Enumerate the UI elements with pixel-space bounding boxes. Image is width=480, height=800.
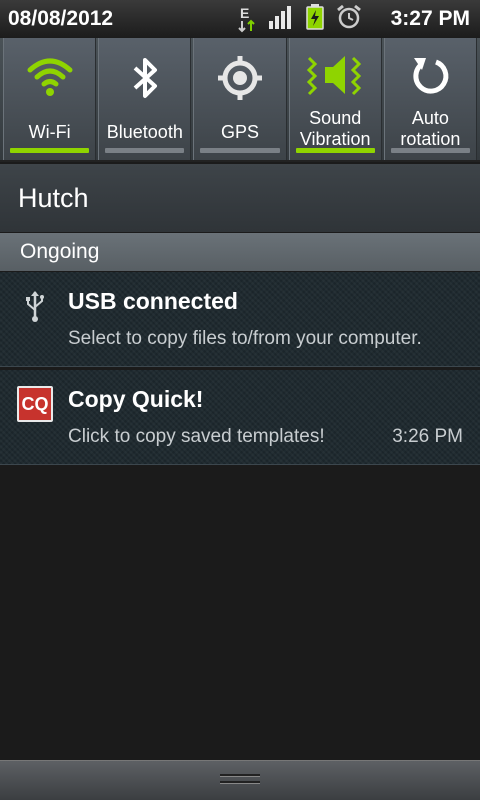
wifi-indicator <box>10 148 90 153</box>
rotation-label: rotation <box>400 129 461 149</box>
status-icons: E <box>238 4 362 34</box>
gps-toggle[interactable]: GPS <box>193 38 287 160</box>
notification-title: USB connected <box>68 288 238 314</box>
ongoing-section-header: Ongoing <box>0 233 480 271</box>
vibration-label: Vibration <box>299 129 371 149</box>
alarm-icon <box>336 4 362 34</box>
grip-icon <box>220 774 260 788</box>
sound-label: Sound <box>309 108 362 128</box>
wifi-icon <box>26 54 74 102</box>
bluetooth-label: Bluetooth <box>106 122 183 142</box>
signal-icon <box>268 5 294 33</box>
status-time: 3:27 PM <box>390 7 470 30</box>
wifi-label: Wi-Fi <box>28 122 71 142</box>
notification-time: 3:26 PM <box>392 426 463 447</box>
bluetooth-indicator <box>105 148 185 153</box>
gps-label: GPS <box>221 122 260 142</box>
notification-text: Select to copy files to/from your comput… <box>68 328 422 349</box>
notification-title: Copy Quick! <box>68 386 204 412</box>
bluetooth-toggle[interactable]: Bluetooth <box>98 38 192 160</box>
data-e-icon: E <box>238 5 256 33</box>
notification-text: Click to copy saved templates! <box>68 426 325 447</box>
auto-rotation-icon <box>408 54 452 102</box>
status-bar: 08/08/2012 E 3:27 PM <box>0 0 480 38</box>
carrier-name: Hutch <box>0 164 480 232</box>
wifi-toggle[interactable]: Wi-Fi <box>3 38 97 160</box>
battery-charging-icon <box>306 4 324 34</box>
notification-drawer-handle[interactable] <box>0 760 480 800</box>
sound-vibration-toggle[interactable]: Sound Vibration <box>288 38 382 160</box>
auto-label: Auto <box>411 108 449 128</box>
auto-rotation-toggle[interactable]: Auto rotation <box>383 38 478 160</box>
notification-copy-quick[interactable]: CQ Copy Quick! Click to copy saved templ… <box>0 370 480 465</box>
notification-usb-connected[interactable]: USB connected Select to copy files to/fr… <box>0 272 480 367</box>
status-date: 08/08/2012 <box>8 7 114 30</box>
bluetooth-icon <box>127 54 163 106</box>
gps-icon <box>216 54 264 106</box>
gps-indicator <box>200 148 280 153</box>
usb-icon <box>17 288 53 324</box>
sound-vibration-icon <box>303 50 367 104</box>
quick-settings-panel: Wi-Fi Bluetooth GPS Sound Vibration Auto… <box>0 38 480 162</box>
copy-quick-app-icon: CQ <box>17 386 53 422</box>
sound-vibration-indicator <box>295 148 375 153</box>
auto-rotation-indicator <box>390 148 471 153</box>
